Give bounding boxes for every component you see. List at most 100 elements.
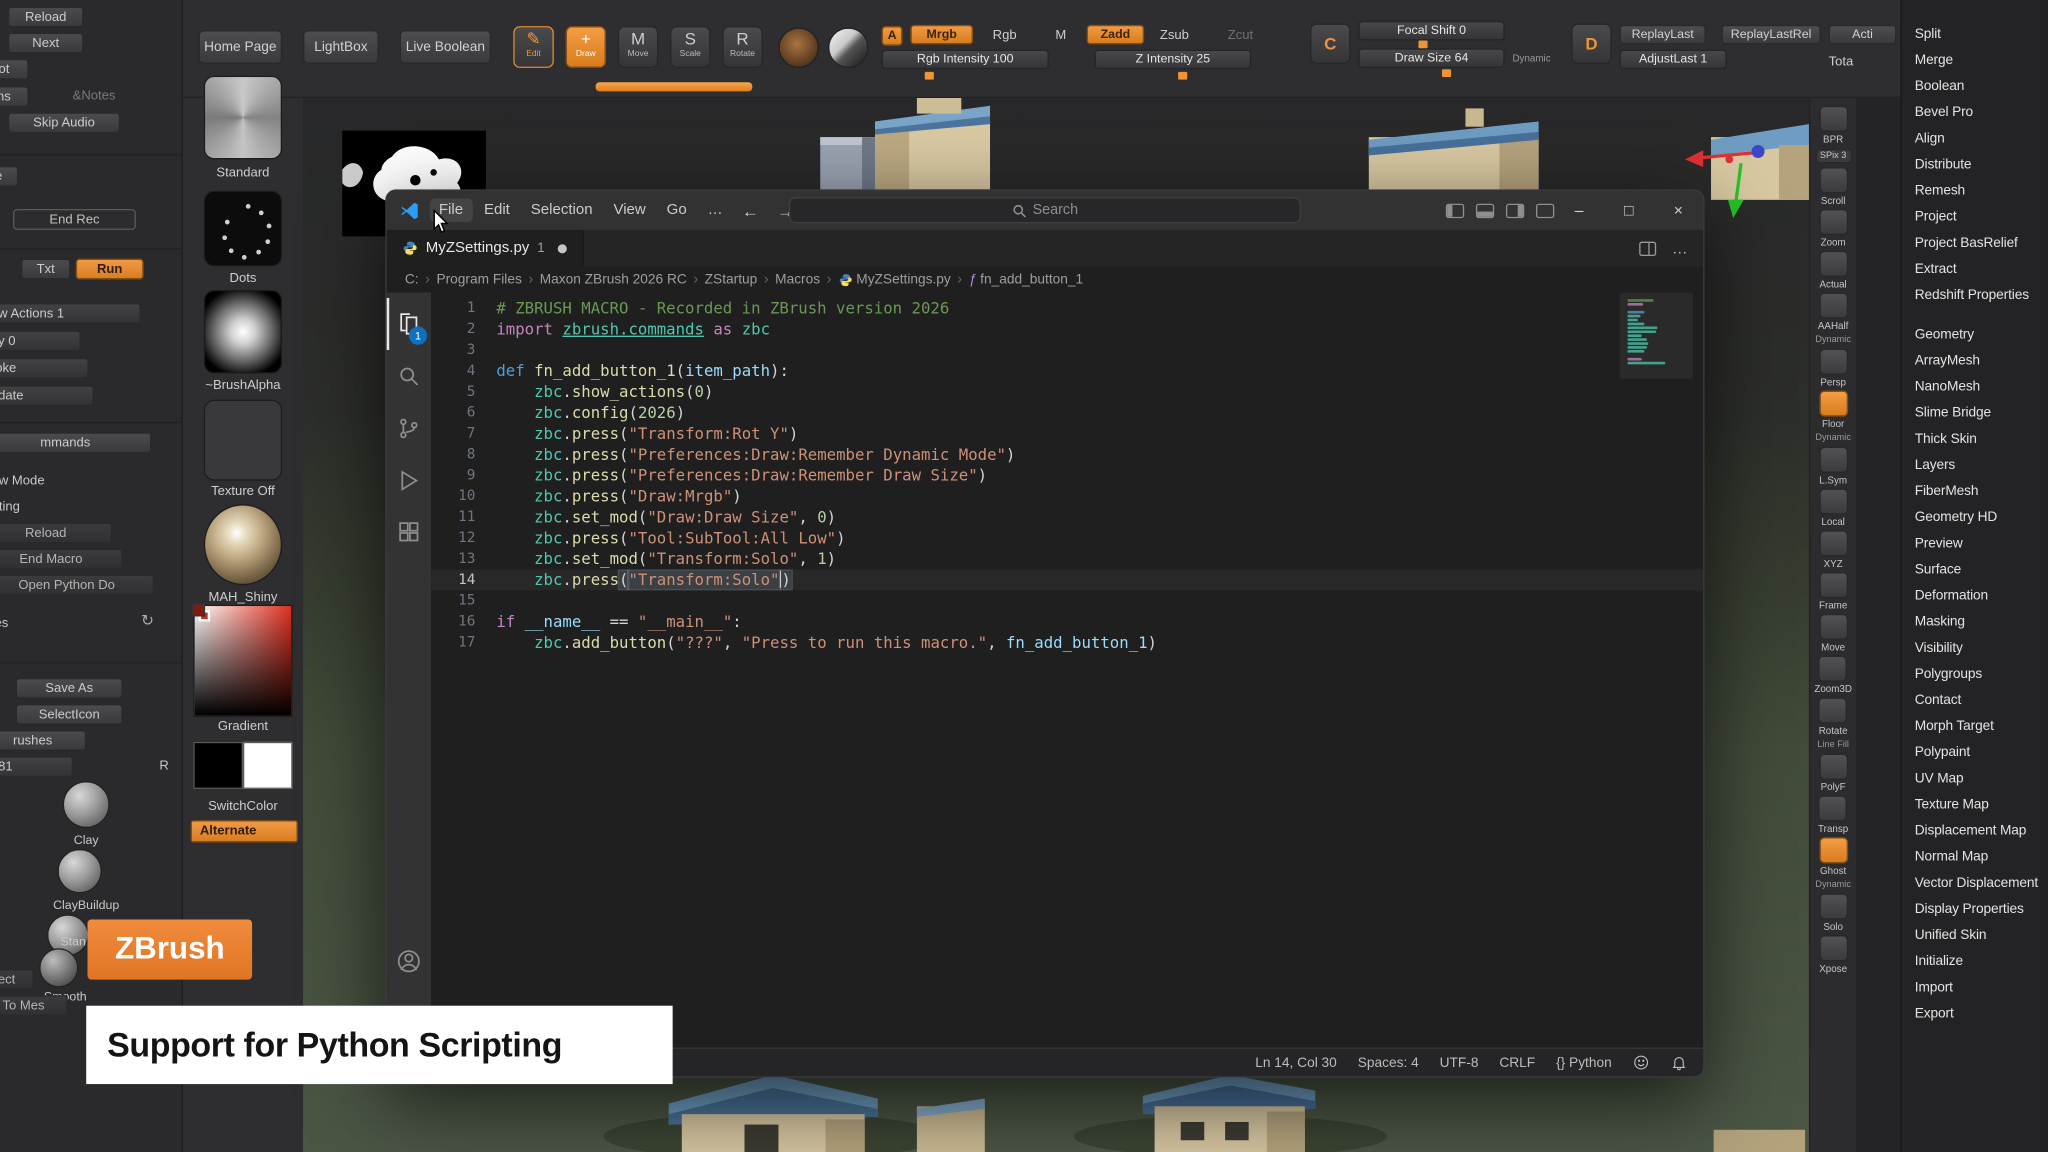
rgb-button[interactable]: Rgb (993, 27, 1017, 45)
menu-geometry[interactable]: Geometry (1915, 321, 2048, 347)
menu-slime-bridge[interactable]: Slime Bridge (1915, 400, 2048, 426)
menu-go[interactable]: Go (657, 199, 695, 223)
vscode-titlebar[interactable]: FileEditSelectionViewGo… ← → Search – □ … (387, 191, 1704, 230)
menu-display-properties[interactable]: Display Properties (1915, 896, 2048, 922)
breadcrumb-maxon-zbrush-2026-rc[interactable]: Maxon ZBrush 2026 RC (540, 272, 687, 288)
breadcrumb-macros[interactable]: Macros (775, 272, 820, 288)
menu-texture-map[interactable]: Texture Map (1915, 792, 2048, 818)
menu-arraymesh[interactable]: ArrayMesh (1915, 347, 2048, 373)
texture-sphere-icon[interactable] (778, 27, 818, 67)
code-line[interactable]: 6 zbc.config(2026) (431, 402, 1703, 423)
shelf-ghost[interactable]: Ghost (1819, 837, 1848, 876)
code-line[interactable]: 17 zbc.add_button("???", "Press to run t… (431, 632, 1703, 653)
menu-vector-displacement[interactable]: Vector Displacement (1915, 870, 2048, 896)
breadcrumb-program-files[interactable]: Program Files (436, 272, 521, 288)
menu-export[interactable]: Export (1915, 1000, 2048, 1026)
code-line[interactable]: 9 zbc.press("Preferences:Draw:Remember D… (431, 465, 1703, 486)
shelf-transp[interactable]: Transp (1818, 795, 1848, 834)
stroke-curve-icon[interactable]: C (1310, 24, 1350, 64)
panel-item-save-as[interactable]: Save As (16, 678, 123, 699)
vscode-window[interactable]: FileEditSelectionViewGo… ← → Search – □ … (385, 189, 1704, 1077)
tool-draw[interactable]: +Draw (566, 26, 606, 68)
tool-edit[interactable]: ✎Edit (513, 26, 553, 68)
focal-shift-slider[interactable]: Focal Shift 0 (1358, 21, 1504, 41)
source-control-icon[interactable] (387, 402, 431, 454)
menu-align[interactable]: Align (1915, 125, 2048, 151)
shelf-solo[interactable]: Solo (1819, 893, 1848, 932)
panel-item-e[interactable]: e (0, 166, 18, 187)
shelf-aahalf[interactable]: AAHalf (1818, 293, 1848, 332)
toggle-secondary-sidebar-icon[interactable] (1506, 203, 1524, 217)
code-line[interactable]: 3 (431, 340, 1703, 361)
shelf-floor[interactable]: Floor (1819, 391, 1848, 430)
panel-item-odate[interactable]: odate (0, 385, 94, 406)
zcut-button[interactable]: Zcut (1228, 27, 1253, 45)
tool-scale[interactable]: SScale (670, 26, 710, 68)
shelf-local[interactable]: Local (1819, 488, 1848, 527)
menu-displacement-map[interactable]: Displacement Map (1915, 818, 2048, 844)
modified-dot-icon[interactable] (558, 244, 567, 253)
panel-item-rushes[interactable]: rushes (0, 730, 86, 751)
maximize-button[interactable]: □ (1604, 191, 1654, 230)
code-line[interactable]: 13 zbc.set_mod("Transform:Solo", 1) (431, 549, 1703, 570)
menu-merge[interactable]: Merge (1915, 47, 2048, 73)
minimap[interactable] (1627, 299, 1684, 366)
code-editor[interactable]: 1# ZBRUSH MACRO - Recorded in ZBrush ver… (431, 293, 1703, 1048)
panel-item-end-rec[interactable]: End Rec (13, 209, 136, 230)
replay-icon[interactable]: D (1571, 24, 1611, 64)
customize-layout-icon[interactable] (1536, 203, 1554, 217)
menu-distribute[interactable]: Distribute (1915, 152, 2048, 178)
menu-unified-skin[interactable]: Unified Skin (1915, 922, 2048, 948)
zadd-button[interactable]: Zadd (1087, 25, 1144, 45)
nav-live-boolean[interactable]: Live Boolean (400, 30, 491, 64)
menu-boolean[interactable]: Boolean (1915, 73, 2048, 99)
explorer-icon[interactable]: 1 (387, 298, 431, 350)
zsub-button[interactable]: Zsub (1160, 27, 1189, 45)
menu-edit[interactable]: Edit (475, 199, 519, 223)
shelf-l-sym[interactable]: L.Sym (1819, 447, 1848, 486)
adjust-last-slider[interactable]: AdjustLast 1 (1620, 50, 1727, 70)
draw-size-slider[interactable]: Draw Size 64 (1358, 48, 1504, 68)
shelf-zoom[interactable]: Zoom (1819, 209, 1848, 248)
menu-redshift-properties[interactable]: Redshift Properties (1915, 282, 2048, 308)
panel-item-item[interactable] (57, 849, 101, 893)
tool-move[interactable]: MMove (618, 26, 658, 68)
menu-morph-target[interactable]: Morph Target (1915, 713, 2048, 739)
menu-extract[interactable]: Extract (1915, 256, 2048, 282)
mrgb-button[interactable]: Mrgb (910, 25, 973, 45)
breadcrumb-myzsettings-py[interactable]: MyZSettings.py (838, 272, 951, 288)
menu-nanomesh[interactable]: NanoMesh (1915, 374, 2048, 400)
replay-last-rel-button[interactable]: ReplayLastRel (1721, 25, 1820, 45)
shelf-xpose[interactable]: Xpose (1819, 935, 1848, 974)
breadcrumb-fn-add-button-1[interactable]: ƒfn_add_button_1 (969, 272, 1084, 288)
code-line[interactable]: 2import zbrush.commands as zbc (431, 319, 1703, 340)
code-line[interactable]: 1# ZBRUSH MACRO - Recorded in ZBrush ver… (431, 298, 1703, 319)
rgb-intensity-slider[interactable]: Rgb Intensity 100 (882, 50, 1049, 70)
code-line[interactable]: 14 zbc.press("Transform:Solo") (431, 569, 1703, 590)
run-debug-icon[interactable] (387, 455, 431, 507)
status-crlf[interactable]: CRLF (1499, 1055, 1535, 1071)
menu-remesh[interactable]: Remesh (1915, 178, 2048, 204)
panel-item-roke[interactable]: roke (0, 358, 89, 379)
menu-layers[interactable]: Layers (1915, 452, 2048, 478)
breadcrumb-c[interactable]: C: (405, 272, 419, 288)
menu-preview[interactable]: Preview (1915, 530, 2048, 556)
menu-item[interactable]: … (698, 199, 731, 223)
menu-uv-map[interactable]: UV Map (1915, 765, 2048, 791)
panel-item-skip-audio[interactable]: Skip Audio (8, 112, 120, 133)
panel-item-181[interactable]: 181 (0, 756, 73, 777)
panel-item-reload[interactable]: Reload (8, 7, 84, 28)
shelf-zoom3d[interactable]: Zoom3D (1814, 656, 1852, 695)
panel-item-ow-actions-1[interactable]: ow Actions 1 (0, 303, 141, 324)
material-sphere-icon[interactable] (828, 27, 868, 67)
code-line[interactable]: 5 zbc.show_actions(0) (431, 381, 1703, 402)
menu-split[interactable]: Split (1915, 21, 2048, 47)
minimize-button[interactable]: – (1554, 191, 1604, 230)
shelf-rotate[interactable]: Rotate (1819, 697, 1848, 736)
panel-item-mmands[interactable]: mmands (0, 432, 152, 453)
shelf-slider-bar[interactable] (596, 82, 753, 91)
shelf-scroll[interactable]: Scroll (1819, 167, 1848, 206)
code-line[interactable]: 7 zbc.press("Transform:Rot Y") (431, 423, 1703, 444)
menu-surface[interactable]: Surface (1915, 556, 2048, 582)
m-button[interactable]: M (1055, 27, 1066, 45)
